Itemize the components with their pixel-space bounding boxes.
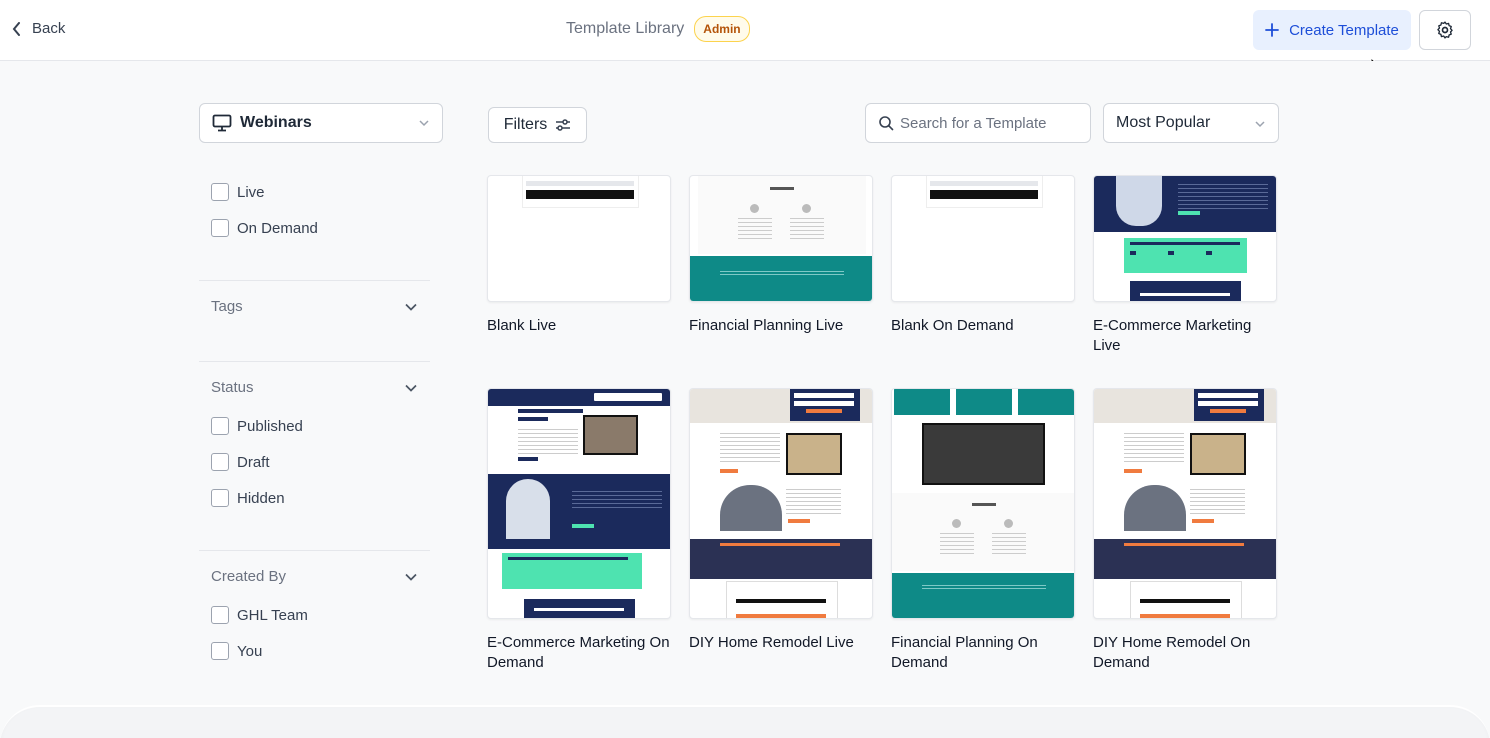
checkbox-box[interactable] — [211, 489, 229, 507]
checkbox-label: Hidden — [237, 489, 285, 507]
checkbox-box[interactable] — [211, 642, 229, 660]
checkbox-box[interactable] — [211, 417, 229, 435]
filters-button[interactable]: Filters — [488, 107, 587, 143]
bottom-frame — [0, 705, 1490, 738]
title-group: Template Library Admin — [566, 16, 750, 42]
checkbox-box[interactable] — [211, 606, 229, 624]
top-bar: Back Template Library Admin Create Templ… — [0, 0, 1490, 61]
type-live-checkbox[interactable]: Live — [211, 183, 265, 201]
create-template-button[interactable]: Create Template — [1253, 10, 1411, 50]
search-input[interactable] — [900, 114, 1080, 132]
chevron-down-icon — [405, 573, 417, 581]
template-name: E-Commerce Marketing On Demand — [487, 634, 670, 671]
template-thumbnail[interactable] — [487, 388, 671, 619]
monitor-icon — [212, 114, 232, 132]
category-dropdown[interactable]: Webinars — [199, 103, 443, 143]
created-by-section-toggle[interactable]: Created By — [211, 568, 418, 585]
sort-dropdown[interactable]: Most Popular — [1103, 103, 1279, 143]
template-thumbnail[interactable] — [1093, 388, 1277, 619]
template-thumbnail[interactable] — [1093, 175, 1277, 302]
template-thumbnail[interactable] — [689, 175, 873, 302]
template-card[interactable]: E-Commerce Marketing On Demand — [487, 388, 671, 673]
created-by-ghl-team-checkbox[interactable]: GHL Team — [211, 606, 308, 624]
status-section-toggle[interactable]: Status — [211, 379, 418, 396]
template-thumbnail[interactable] — [891, 175, 1075, 302]
gear-icon — [1437, 21, 1453, 39]
template-name: E-Commerce Marketing Live — [1093, 317, 1252, 354]
category-value: Webinars — [240, 114, 312, 131]
status-hidden-checkbox[interactable]: Hidden — [211, 489, 285, 507]
status-published-checkbox[interactable]: Published — [211, 417, 303, 435]
checkbox-label: Live — [237, 183, 265, 201]
plus-icon — [1265, 23, 1279, 37]
template-card[interactable]: Financial Planning Live — [689, 175, 873, 336]
chevron-down-icon — [419, 120, 429, 127]
chevron-left-icon — [12, 21, 20, 36]
template-name: Blank Live — [487, 317, 557, 334]
template-thumbnail[interactable] — [689, 388, 873, 619]
back-label: Back — [32, 20, 66, 37]
search-box[interactable] — [865, 103, 1091, 143]
type-on-demand-checkbox[interactable]: On Demand — [211, 219, 318, 237]
checkbox-label: GHL Team — [237, 606, 308, 624]
checkbox-label: You — [237, 642, 263, 660]
status-draft-checkbox[interactable]: Draft — [211, 453, 270, 471]
chevron-down-icon — [1255, 121, 1265, 128]
chevron-down-icon — [405, 303, 417, 311]
filters-label: Filters — [503, 116, 548, 133]
page-title: Template Library — [566, 20, 685, 37]
divider — [199, 550, 430, 551]
template-name: DIY Home Remodel On Demand — [1093, 634, 1251, 671]
chevron-down-icon — [405, 384, 417, 392]
divider — [199, 280, 430, 281]
template-thumbnail[interactable] — [891, 388, 1075, 619]
sort-value: Most Popular — [1116, 114, 1211, 131]
checkbox-label: Draft — [237, 453, 270, 471]
create-template-label: Create Template — [1289, 21, 1399, 39]
template-name: Financial Planning On Demand — [891, 634, 1038, 671]
section-title: Status — [211, 379, 254, 396]
checkbox-box[interactable] — [211, 183, 229, 201]
template-card[interactable]: Blank Live — [487, 175, 671, 336]
tags-section-toggle[interactable]: Tags — [211, 298, 418, 315]
admin-badge: Admin — [694, 16, 750, 42]
settings-button[interactable] — [1419, 10, 1471, 50]
created-by-you-checkbox[interactable]: You — [211, 642, 262, 660]
template-thumbnail[interactable] — [487, 175, 671, 302]
template-name: DIY Home Remodel Live — [689, 634, 854, 651]
section-title: Created By — [211, 568, 287, 585]
checkbox-box[interactable] — [211, 219, 229, 237]
template-card[interactable]: DIY Home Remodel Live — [689, 388, 873, 653]
checkbox-box[interactable] — [211, 453, 229, 471]
template-name: Financial Planning Live — [689, 317, 844, 334]
template-card[interactable]: Financial Planning On Demand — [891, 388, 1075, 673]
template-card[interactable]: Blank On Demand — [891, 175, 1075, 336]
checkbox-label: Published — [237, 417, 303, 435]
section-title: Tags — [211, 298, 243, 315]
back-button[interactable]: Back — [12, 20, 65, 37]
search-icon — [879, 116, 894, 131]
template-card[interactable]: E-Commerce Marketing Live — [1093, 175, 1277, 356]
sliders-icon — [556, 119, 571, 131]
template-card[interactable]: DIY Home Remodel On Demand — [1093, 388, 1277, 673]
divider — [199, 361, 430, 362]
checkbox-label: On Demand — [237, 219, 318, 237]
template-name: Blank On Demand — [891, 317, 1014, 334]
